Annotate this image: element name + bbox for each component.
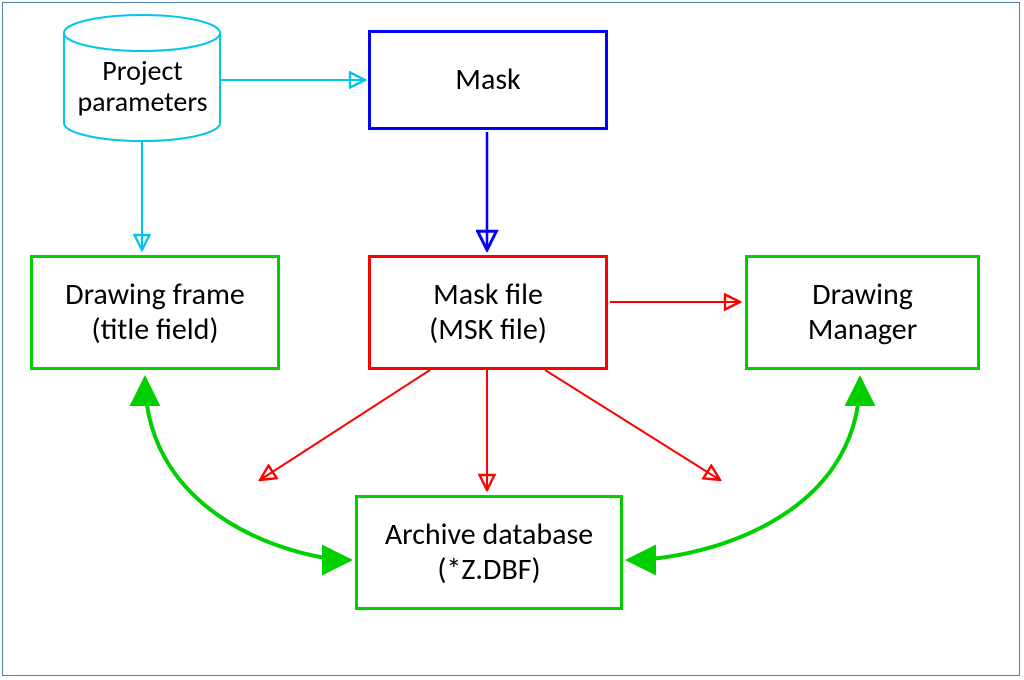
- node-drawing-manager: Drawing Manager: [745, 255, 980, 370]
- mask-label: Mask: [455, 63, 520, 98]
- drawing-manager-line2: Manager: [808, 313, 917, 348]
- mask-file-line2: (MSK file): [429, 313, 547, 348]
- node-archive-database: Archive database (*Z.DBF): [355, 495, 623, 610]
- project-parameters-line2: parameters: [70, 87, 215, 118]
- drawing-frame-line2: (title field): [91, 313, 218, 348]
- archive-db-line2: (*Z.DBF): [437, 553, 540, 588]
- node-drawing-frame: Drawing frame (title field): [30, 255, 280, 370]
- node-mask: Mask: [368, 30, 608, 130]
- mask-file-line1: Mask file: [433, 278, 543, 313]
- archive-db-line1: Archive database: [385, 518, 593, 553]
- drawing-manager-line1: Drawing: [812, 278, 913, 313]
- drawing-frame-line1: Drawing frame: [65, 278, 245, 313]
- label-project-parameters: Project parameters: [70, 56, 215, 118]
- project-parameters-line1: Project: [70, 56, 215, 87]
- node-mask-file: Mask file (MSK file): [368, 255, 608, 370]
